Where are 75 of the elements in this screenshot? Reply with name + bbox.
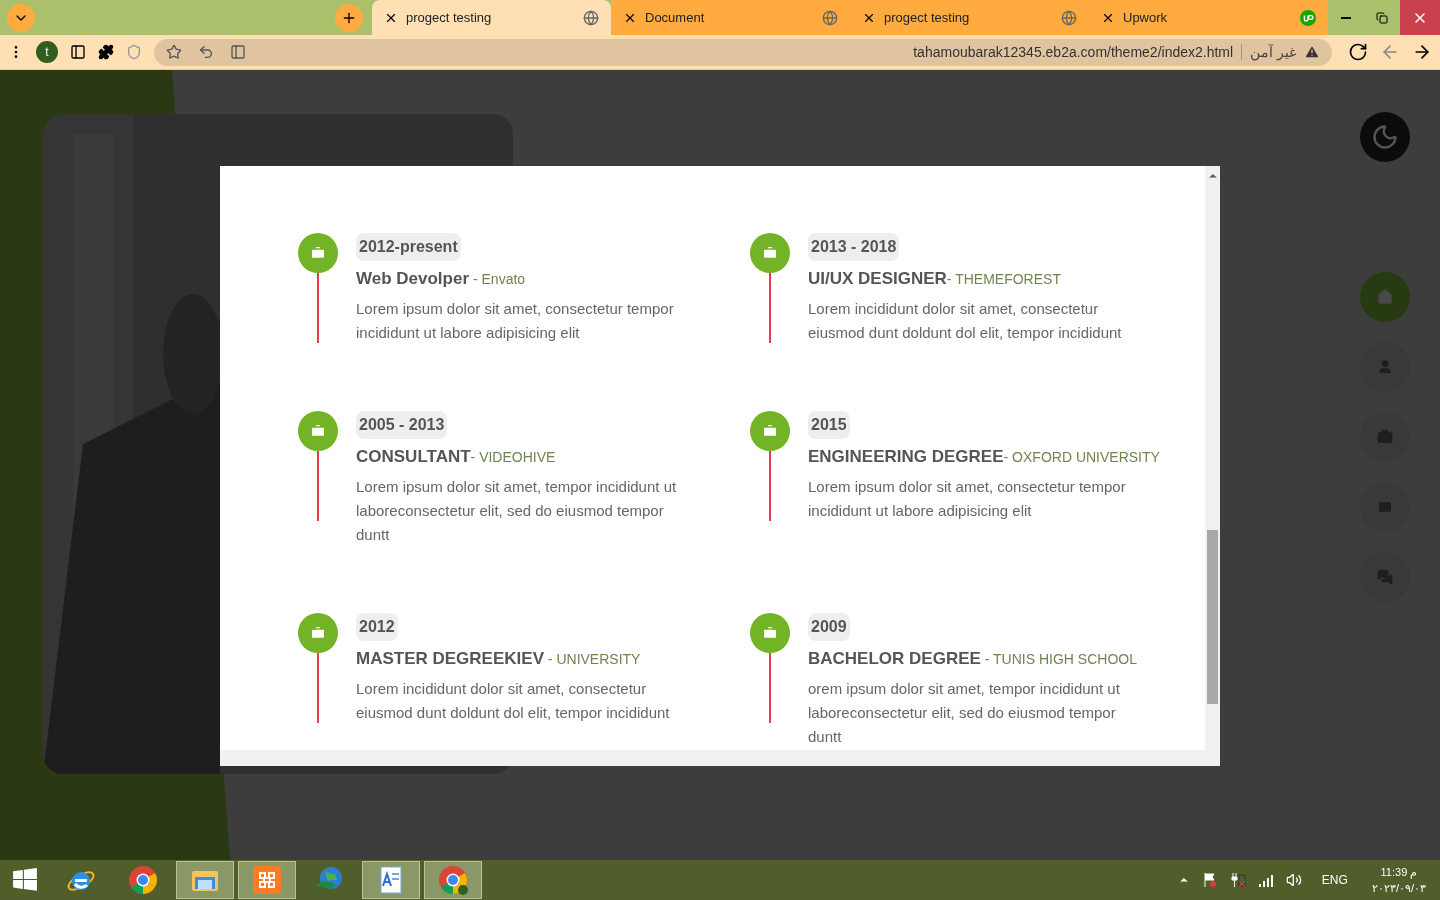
xampp-icon [251, 864, 283, 896]
close-button[interactable] [1400, 0, 1440, 35]
share-icon[interactable] [198, 44, 214, 60]
minimize-icon [1341, 16, 1351, 19]
entry-title: MASTER DEGREEKIEV - UNIVERSITY [356, 648, 642, 670]
taskbar-app[interactable] [362, 861, 420, 899]
tab-list-button[interactable] [7, 3, 35, 32]
vertical-scrollbar[interactable] [1205, 166, 1220, 750]
browser-tab[interactable]: progect testing [372, 0, 611, 35]
briefcase-icon [1377, 429, 1393, 445]
globe-icon [1061, 9, 1077, 26]
entry-title: BACHELOR DEGREE - TUNIS HIGH SCHOOL [808, 648, 1138, 670]
taskbar-app[interactable] [238, 861, 296, 899]
tab-title: Document [645, 8, 706, 27]
entry-description: Lorem incididunt dolor sit amet, consectetur eiusmod dunt doldunt dol elit, tempor incididunt [356, 679, 671, 723]
taskbar-app[interactable] [424, 861, 482, 899]
entry-title: Web Devolper - Envato [356, 268, 527, 290]
side-panel-icon[interactable] [70, 44, 86, 60]
briefcase-icon [310, 245, 326, 261]
browser-tab[interactable]: progect testing [850, 0, 1089, 35]
period-badge: 2005 - 2013 [356, 411, 448, 439]
home-icon [1377, 289, 1393, 305]
entry-description: Lorem ipsum dolor sit amet, consectetur tempor incididunt ut labore adipisicing elit [356, 299, 675, 343]
flag-error-icon[interactable] [1201, 872, 1218, 888]
tab-title: Upwork [1123, 8, 1169, 27]
period-badge: 2009 [808, 613, 850, 641]
security-label: غير آمن [1250, 42, 1296, 63]
mail-icon [1377, 499, 1393, 515]
clock-time: 11:39 م [1380, 865, 1418, 880]
entry-description: Lorem ipsum dolor sit amet, tempor incididunt ut laboreconsectetur elit, sed do eiusmod tempor duntt [356, 477, 678, 545]
restore-icon [1376, 11, 1388, 24]
signal-icon[interactable] [1257, 872, 1274, 888]
horizontal-scrollbar[interactable] [220, 750, 1220, 766]
briefcase-icon [310, 423, 326, 439]
chrome-profile-icon [437, 864, 469, 896]
browser-tab[interactable]: Document [611, 0, 850, 35]
browser-tab[interactable]: Upwork [1089, 0, 1328, 35]
period-badge: 2012 [356, 613, 398, 641]
period-badge: 2013 - 2018 [808, 233, 900, 261]
url-text: tahamoubarak12345.eb2a.com/theme2/index2.html [913, 42, 1234, 62]
moon-icon [1371, 123, 1399, 151]
clock[interactable]: 11:39 م ٢٠٢٣/٠٩/٠٣ [1371, 864, 1426, 896]
globe-icon [822, 9, 838, 26]
chrome-icon [127, 864, 159, 896]
entry-title: ENGINEERING DEGREE- OXFORD UNIVERSITY [808, 446, 1161, 468]
language-indicator[interactable]: ENG [1321, 871, 1348, 889]
briefcase-icon [310, 625, 326, 641]
star-icon[interactable] [166, 44, 182, 60]
warning-icon [1304, 44, 1320, 60]
briefcase-icon [762, 423, 778, 439]
user-icon [1377, 359, 1393, 375]
extensions-icon[interactable] [98, 44, 114, 60]
entry-description: Lorem incididunt dolor sit amet, consectetur eiusmod dunt doldunt dol elit, tempor incididunt [808, 299, 1123, 343]
windows-start-icon[interactable] [12, 867, 38, 893]
profile-avatar[interactable]: t [36, 41, 58, 63]
clock-date: ٢٠٢٣/٠٩/٠٣ [1371, 881, 1426, 896]
entry-description: Lorem ipsum dolor sit amet, consectetur tempor incididunt ut labore adipisicing elit [808, 477, 1127, 521]
period-badge: 2015 [808, 411, 850, 439]
briefcase-icon [762, 625, 778, 641]
theme-toggle-button[interactable] [1360, 112, 1410, 162]
briefcase-icon [762, 245, 778, 261]
reload-icon[interactable] [1348, 42, 1368, 62]
scrollbar-thumb[interactable] [1207, 530, 1218, 704]
tab-title: progect testing [884, 8, 971, 27]
entry-title: CONSULTANT- VIDEOHIVE [356, 446, 557, 468]
tab-title: progect testing [406, 8, 493, 27]
chat-icon [1377, 569, 1393, 585]
entry-title: UI/UX DESIGNER- THEMEFOREST [808, 268, 1062, 290]
period-badge: 2012-present [356, 233, 461, 261]
new-tab-button[interactable] [335, 3, 363, 32]
upwork-icon [1300, 9, 1316, 26]
entry-description: orem ipsum dolor sit amet, tempor incididunt ut laboreconsectetur elit, sed do eiusmod tempor duntt [808, 679, 1121, 747]
globe-icon [583, 9, 599, 26]
volume-icon[interactable] [1285, 872, 1302, 888]
power-error-icon[interactable] [1229, 872, 1246, 888]
